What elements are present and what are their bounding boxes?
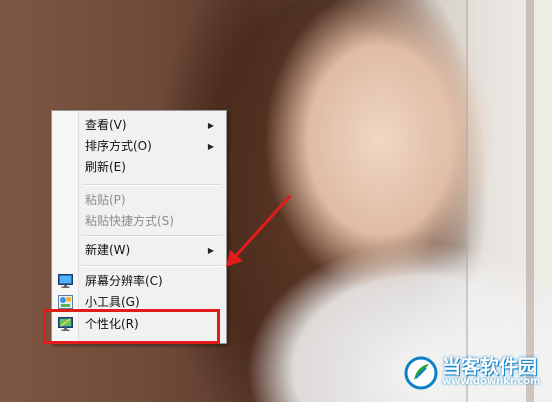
watermark-url: www.downkr.com (442, 376, 541, 387)
site-watermark: 当客软件园 www.downkr.com (404, 350, 544, 394)
watermark-title: 当客软件园 (442, 356, 538, 378)
red-arrow-annotation (226, 194, 292, 267)
watermark-logo-icon (404, 356, 438, 390)
